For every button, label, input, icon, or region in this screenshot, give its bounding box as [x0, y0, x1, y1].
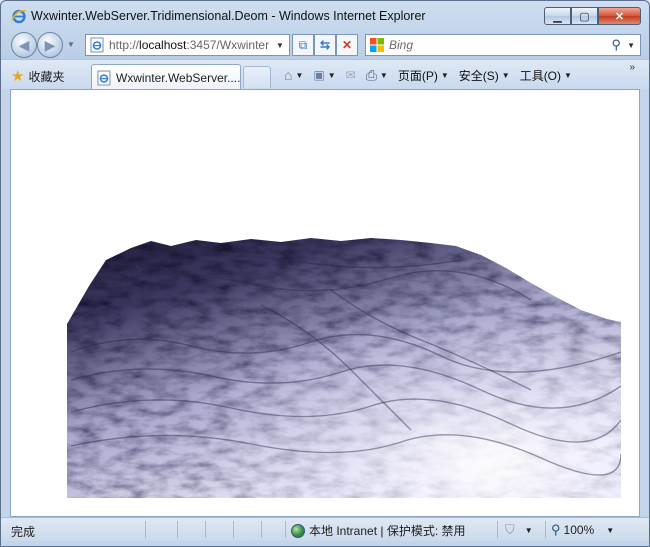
page-menu-label: 页面(P): [397, 68, 438, 83]
refresh-button[interactable]: ⇆: [314, 34, 336, 56]
status-divider: [177, 521, 178, 538]
status-divider: [261, 521, 262, 538]
back-arrow-icon: ◀: [18, 36, 30, 53]
recent-pages-dropdown[interactable]: ▼: [67, 40, 75, 49]
tools-menu-label: 工具(O): [519, 68, 562, 83]
security-zone-label: 本地 Intranet | 保护模式: 禁用: [309, 524, 466, 538]
feed-icon: ▣: [313, 68, 325, 82]
feeds-button[interactable]: ▣ ▼: [313, 68, 335, 82]
minimize-button[interactable]: ▁: [544, 7, 571, 25]
navigation-bar: ◀ ▶ ▼ http://localhost:3457/Wxwinter ▼ ⧉…: [1, 29, 649, 59]
terrain-3d-render[interactable]: [11, 90, 639, 516]
window-controls: ▁ ▢ ✕: [544, 7, 641, 25]
favorites-star-icon: ★: [11, 68, 25, 85]
compatibility-icon: ⧉: [298, 37, 308, 52]
status-text: 完成: [11, 525, 36, 539]
status-divider: [233, 521, 234, 538]
window-title: Wxwinter.WebServer.Tridimensional.Deom -…: [31, 9, 426, 23]
mail-icon: ✉: [345, 68, 356, 82]
globe-icon: [291, 523, 305, 538]
status-divider: [145, 521, 146, 538]
more-commands-icon[interactable]: »: [629, 62, 635, 73]
status-bar: 完成 本地 Intranet | 保护模式: 禁用 ⛉ ▼ ⚲ 100% ▼: [1, 517, 649, 541]
mail-button[interactable]: ✉: [346, 68, 356, 82]
back-button[interactable]: ◀: [11, 32, 37, 58]
shield-icon: ⛉: [505, 522, 515, 537]
chevron-down-icon: ▼: [501, 70, 510, 80]
bing-icon: [370, 38, 384, 52]
maximize-button[interactable]: ▢: [571, 7, 598, 25]
popup-blocker-button[interactable]: ⛉ ▼: [505, 522, 533, 538]
print-button[interactable]: ⎙ ▼: [366, 67, 388, 84]
chevron-down-icon: ▼: [606, 525, 615, 535]
page-menu[interactable]: 页面(P) ▼: [398, 67, 449, 84]
favorites-label: 收藏夹: [28, 69, 65, 84]
chevron-down-icon[interactable]: ▼: [295, 71, 303, 80]
chevron-down-icon: ▼: [524, 525, 533, 535]
status-divider: [285, 521, 286, 538]
address-dropdown-icon[interactable]: ▼: [276, 41, 284, 50]
command-buttons: ⌂ ▼ ▣ ▼ ✉ ⎙ ▼ 页面(P) ▼ 安全(S) ▼ 工具(O) ▼: [284, 66, 582, 84]
search-icon[interactable]: ⚲: [612, 37, 622, 53]
close-button[interactable]: ✕: [598, 7, 641, 25]
search-options-icon[interactable]: ▼: [627, 41, 635, 50]
chevron-down-icon: ▼: [440, 70, 449, 80]
search-box[interactable]: Bing ⚲ ▼: [365, 34, 641, 56]
tab-active[interactable]: Wxwinter.WebServer....: [91, 64, 241, 90]
tools-menu[interactable]: 工具(O) ▼: [520, 67, 572, 84]
chevron-down-icon: ▼: [564, 70, 572, 80]
address-url[interactable]: http://localhost:3457/Wxwinter: [109, 38, 274, 52]
zoom-level: 100%: [563, 523, 595, 537]
home-icon: ⌂: [284, 67, 293, 83]
safety-menu-label: 安全(S): [458, 68, 499, 83]
title-bar: Wxwinter.WebServer.Tridimensional.Deom -…: [1, 1, 649, 29]
address-bar[interactable]: http://localhost:3457/Wxwinter ▼: [85, 34, 290, 56]
forward-button[interactable]: ▶: [37, 32, 63, 58]
maximize-icon: ▢: [579, 10, 590, 23]
forward-arrow-icon: ▶: [44, 36, 56, 53]
home-button[interactable]: ⌂ ▼: [284, 67, 303, 83]
safety-menu[interactable]: 安全(S) ▼: [459, 67, 510, 84]
status-divider: [545, 521, 546, 538]
tab-page-icon: [97, 70, 111, 85]
chevron-down-icon[interactable]: ▼: [328, 71, 336, 80]
search-input[interactable]: Bing: [389, 38, 612, 52]
compatibility-view-button[interactable]: ⧉: [292, 34, 314, 56]
stop-button[interactable]: ✕: [336, 34, 358, 56]
status-divider: [497, 521, 498, 538]
minimize-icon: ▁: [553, 10, 562, 23]
zoom-icon: ⚲: [551, 522, 561, 537]
chevron-down-icon[interactable]: ▼: [380, 71, 388, 80]
zoom-control[interactable]: ⚲ 100% ▼: [551, 522, 614, 538]
page-icon: [90, 37, 104, 53]
refresh-icon: ⇆: [319, 38, 331, 52]
ie-logo-icon: [11, 9, 27, 24]
close-icon: ✕: [614, 10, 625, 23]
stop-icon: ✕: [341, 38, 353, 52]
page-content: [10, 89, 640, 517]
new-tab-button[interactable]: [243, 66, 271, 88]
security-zone[interactable]: 本地 Intranet | 保护模式: 禁用: [291, 522, 465, 539]
status-divider: [205, 521, 206, 538]
browser-window: Wxwinter.WebServer.Tridimensional.Deom -…: [0, 0, 650, 547]
command-bar: ★ 收藏夹 Wxwinter.WebServer.... ⌂ ▼ ▣ ▼ ✉ ⎙ ▼ …: [1, 59, 649, 90]
printer-icon: ⎙: [365, 66, 377, 83]
favorites-button[interactable]: ★ 收藏夹: [11, 67, 64, 85]
tab-label: Wxwinter.WebServer....: [115, 70, 240, 85]
